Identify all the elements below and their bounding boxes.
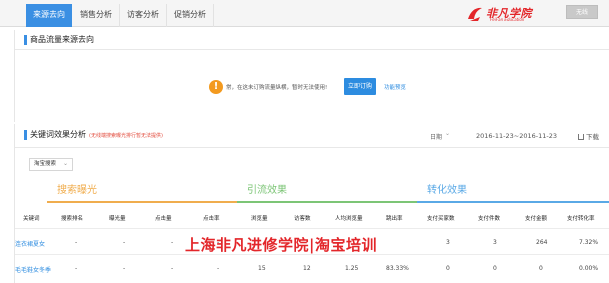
table-cell: 0	[446, 265, 450, 272]
group-underline	[237, 201, 417, 203]
notice-text: 常，在这未订购流量纵横，暂时无法使用!	[226, 85, 328, 91]
table-cell: 0	[539, 265, 543, 272]
section-header: 商品流量来源去向	[15, 30, 609, 50]
group-underline	[47, 201, 237, 203]
group-conversion-effect: 转化效果	[417, 177, 609, 203]
row-divider	[15, 228, 609, 229]
col-header-items[interactable]: 支付件数	[478, 214, 500, 222]
section-title: 商品流量来源去向	[30, 35, 94, 44]
table-cell: -	[75, 239, 78, 246]
col-header-conversion-rate[interactable]: 支付转化率	[567, 214, 595, 222]
section-accent-bar	[24, 130, 27, 140]
col-header-search-rank[interactable]: 搜索排名	[61, 214, 83, 222]
section-header: 关键词效果分析 (无线端搜索曝光排行暂无法提供) 日期 ⌄ 2016-11-23…	[15, 124, 609, 148]
table-cell: 3	[446, 239, 450, 246]
table-cell: 264	[536, 239, 548, 246]
group-title: 引流效果	[247, 185, 287, 196]
keyword-analysis-section: 关键词效果分析 (无线端搜索曝光排行暂无法提供) 日期 ⌄ 2016-11-23…	[14, 124, 609, 283]
table-cell: -	[171, 239, 174, 246]
table-cell: -	[217, 265, 220, 272]
tab-promotion-analysis[interactable]: 促销分析	[167, 4, 214, 27]
keyword-link[interactable]: 毛毛鞋女冬季	[15, 265, 51, 274]
table-cell: 12	[303, 265, 311, 272]
tab-source-destination[interactable]: 来源去向	[26, 4, 72, 27]
col-header-pageviews[interactable]: 浏览量	[251, 214, 268, 222]
download-label: 下载	[586, 133, 599, 141]
table-cell: 83.33%	[386, 265, 409, 272]
warning-icon: !	[209, 80, 223, 94]
col-header-keyword: 关键词	[23, 216, 40, 222]
col-header-amount[interactable]: 支付金额	[525, 214, 547, 222]
wireless-button[interactable]: 无线	[566, 5, 598, 19]
download-button[interactable]: 下载	[578, 131, 599, 141]
brand-mark-icon	[468, 7, 482, 21]
feature-preview-link[interactable]: 功能预览	[384, 83, 406, 91]
col-header-visitors[interactable]: 访客数	[294, 214, 311, 222]
table-cell: 1.25	[345, 265, 359, 272]
top-tab-bar: 来源去向 销售分析 访客分析 促销分析 非凡学院 FeiFan Educatio…	[0, 0, 609, 27]
download-icon	[578, 134, 584, 140]
col-header-ctr[interactable]: 点击率	[203, 214, 220, 222]
col-header-avg-pageviews[interactable]: 人均浏览量	[335, 214, 363, 222]
group-title: 搜索曝光	[57, 185, 97, 196]
subscription-notice: ! 常，在这未订购流量纵横，暂时无法使用! 立即订购 功能预览	[209, 77, 449, 99]
brand-logo: 非凡学院 FeiFan Education	[466, 5, 560, 24]
col-header-buyers[interactable]: 支付买家数	[427, 214, 455, 222]
source-select-value: 淘宝搜索	[34, 161, 57, 167]
group-underline	[417, 201, 609, 203]
section-accent-bar	[24, 35, 27, 45]
table-cell: 0	[493, 265, 497, 272]
brand-subtitle: FeiFan Education	[490, 17, 525, 22]
col-header-impressions[interactable]: 曝光量	[109, 214, 126, 222]
date-label: 日期	[430, 134, 443, 141]
order-now-button[interactable]: 立即订购	[344, 78, 376, 95]
tab-sales-analysis[interactable]: 销售分析	[73, 4, 120, 27]
chevron-down-icon[interactable]: ⌄	[445, 130, 450, 137]
product-traffic-section: 商品流量来源去向 ! 常，在这未订购流量纵横，暂时无法使用! 立即订购 功能预览	[14, 30, 609, 122]
section-note: (无线端搜索曝光排行暂无法提供)	[89, 133, 163, 139]
col-header-clicks[interactable]: 点击量	[155, 214, 172, 222]
table-cell: -	[123, 239, 126, 246]
section-title: 关键词效果分析	[30, 130, 86, 139]
chevron-down-icon: ⌄	[62, 160, 68, 167]
table-cell: 3	[493, 239, 497, 246]
table-cell: -	[75, 265, 78, 272]
table-cell: 15	[258, 265, 266, 272]
table-cell: 0.00%	[579, 265, 599, 272]
table-cell: 7.32%	[579, 239, 599, 246]
group-search-exposure: 搜索曝光	[47, 177, 237, 203]
table-cell: -	[123, 265, 126, 272]
date-range[interactable]: 2016-11-23~2016-11-23	[476, 132, 557, 140]
tab-visitor-analysis[interactable]: 访客分析	[120, 4, 167, 27]
col-header-bounce-rate[interactable]: 跳出率	[386, 214, 403, 222]
group-traffic-effect: 引流效果	[237, 177, 417, 203]
group-title: 转化效果	[427, 185, 467, 196]
keyword-link[interactable]: 连衣裙夏女	[15, 239, 45, 248]
watermark-text: 上海非凡进修学院|淘宝培训	[185, 236, 377, 254]
source-select[interactable]: 淘宝搜索 ⌄	[29, 158, 73, 171]
table-cell: -	[171, 265, 174, 272]
